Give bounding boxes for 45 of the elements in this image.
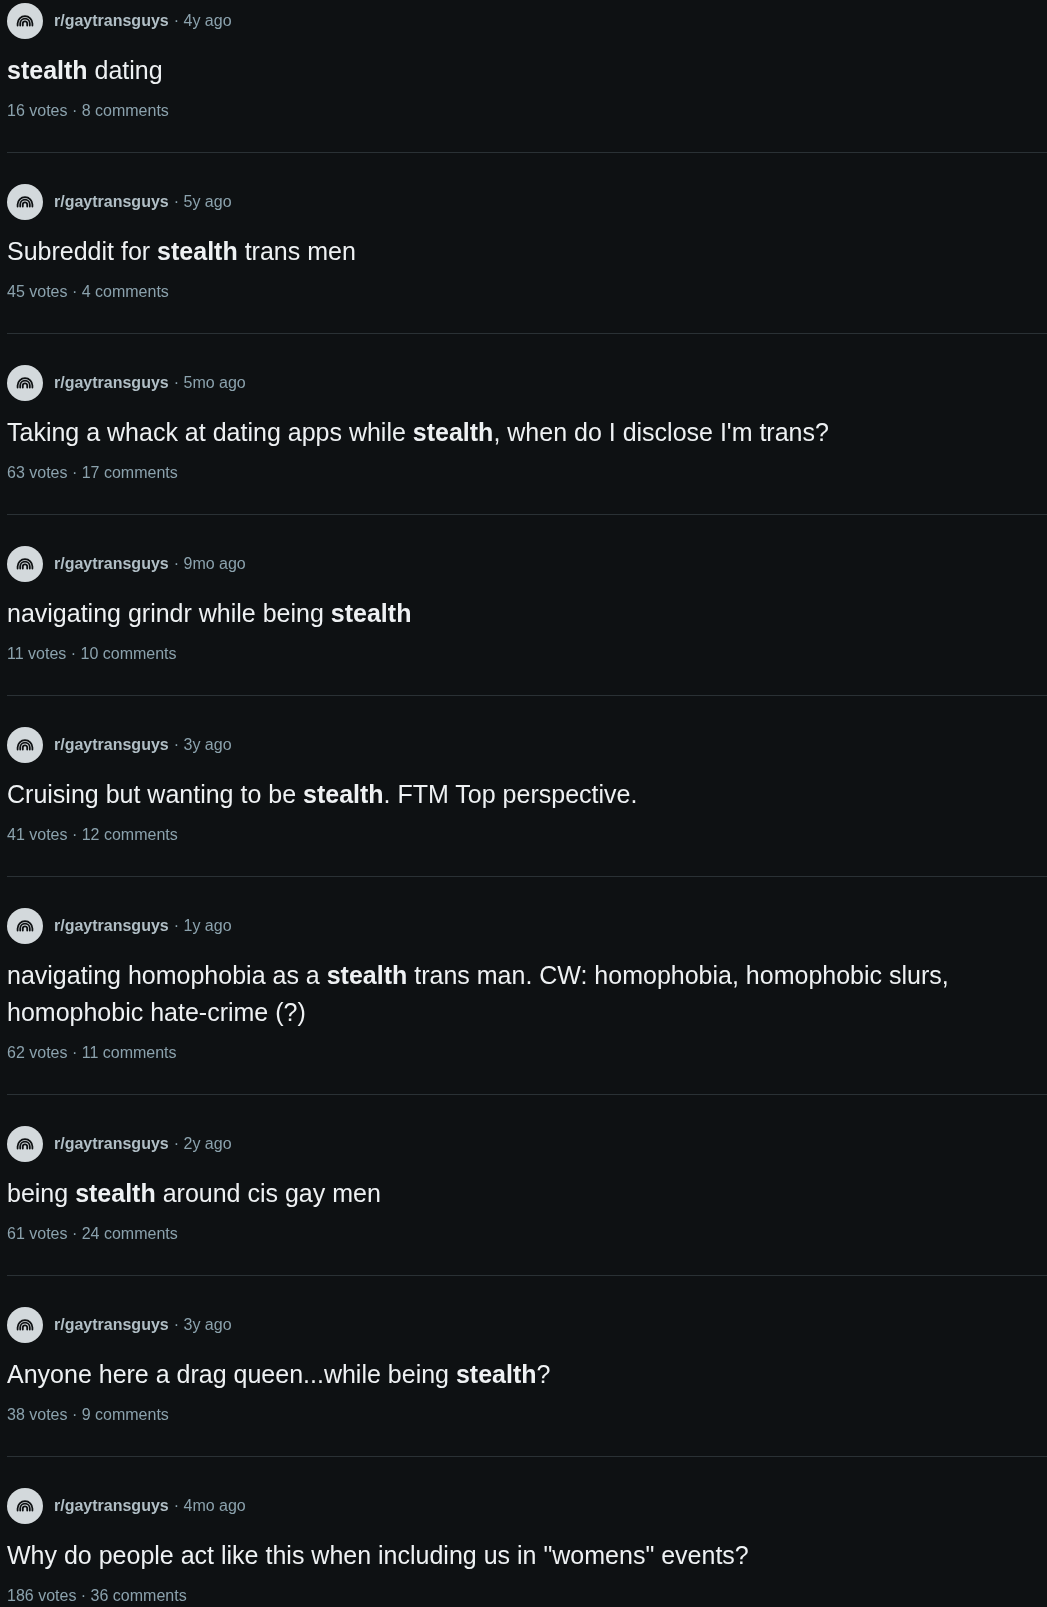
post-stats: 45 votes · 4 comments	[7, 282, 169, 302]
post-stats: 186 votes · 36 comments	[7, 1586, 187, 1606]
post-stats: 11 votes · 10 comments	[7, 644, 177, 664]
post-stats: 38 votes · 9 comments	[7, 1405, 169, 1425]
post-age: · 4mo ago	[173, 1496, 246, 1516]
post-age: · 5y ago	[173, 192, 232, 212]
post-title[interactable]: stealth dating	[7, 52, 1043, 89]
subreddit-link[interactable]: r/gaytransguys	[54, 373, 169, 393]
post-age: · 1y ago	[173, 916, 232, 936]
post-age: · 4y ago	[173, 11, 232, 31]
post-title[interactable]: Subreddit for stealth trans men	[7, 233, 1043, 270]
subreddit-link[interactable]: r/gaytransguys	[54, 916, 169, 936]
post-stats: 62 votes · 11 comments	[7, 1043, 177, 1063]
subreddit-link[interactable]: r/gaytransguys	[54, 554, 169, 574]
post-age: · 2y ago	[173, 1134, 232, 1154]
post-title[interactable]: Anyone here a drag queen...while being stealth?	[7, 1356, 1043, 1393]
post-age: · 9mo ago	[173, 554, 246, 574]
post-title[interactable]: being stealth around cis gay men	[7, 1175, 1043, 1212]
subreddit-link[interactable]: r/gaytransguys	[54, 1134, 169, 1154]
rainbow-icon[interactable]	[7, 365, 43, 401]
post-stats: 41 votes · 12 comments	[7, 825, 178, 845]
rainbow-icon[interactable]	[7, 727, 43, 763]
post-stats: 16 votes · 8 comments	[7, 101, 169, 121]
post-title[interactable]: navigating grindr while being stealth	[7, 595, 1043, 632]
post-title[interactable]: Cruising but wanting to be stealth. FTM Top perspective.	[7, 776, 1043, 813]
post-title[interactable]: navigating homophobia as a stealth trans man. CW: homophobia, homophobic slurs, homophobic hate-crime (?)	[7, 957, 1043, 1031]
rainbow-icon[interactable]	[7, 184, 43, 220]
rainbow-icon[interactable]	[7, 546, 43, 582]
post-title[interactable]: Why do people act like this when including us in "womens" events?	[7, 1537, 1043, 1574]
rainbow-icon[interactable]	[7, 1307, 43, 1343]
subreddit-link[interactable]: r/gaytransguys	[54, 735, 169, 755]
subreddit-link[interactable]: r/gaytransguys	[54, 1315, 169, 1335]
post-age: · 3y ago	[173, 1315, 232, 1335]
post-stats: 61 votes · 24 comments	[7, 1224, 178, 1244]
post-age: · 5mo ago	[173, 373, 246, 393]
rainbow-icon[interactable]	[7, 3, 43, 39]
post-title[interactable]: Taking a whack at dating apps while stealth, when do I disclose I'm trans?	[7, 414, 1043, 451]
subreddit-link[interactable]: r/gaytransguys	[54, 1496, 169, 1516]
subreddit-link[interactable]: r/gaytransguys	[54, 192, 169, 212]
post-age: · 3y ago	[173, 735, 232, 755]
subreddit-link[interactable]: r/gaytransguys	[54, 11, 169, 31]
post-stats: 63 votes · 17 comments	[7, 463, 178, 483]
rainbow-icon[interactable]	[7, 1126, 43, 1162]
rainbow-icon[interactable]	[7, 1488, 43, 1524]
rainbow-icon[interactable]	[7, 908, 43, 944]
